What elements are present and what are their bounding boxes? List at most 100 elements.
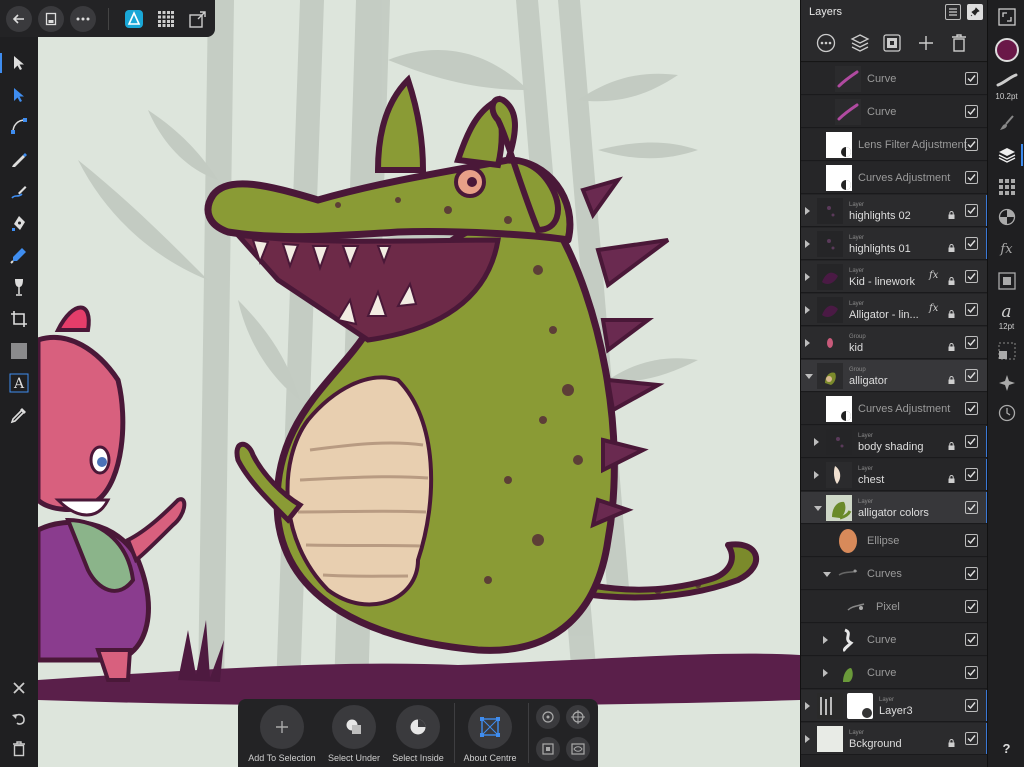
lock-icon[interactable] bbox=[948, 272, 955, 285]
visibility-checkbox[interactable] bbox=[965, 732, 978, 745]
effects-button[interactable]: fx bbox=[993, 238, 1020, 260]
history-button[interactable] bbox=[993, 402, 1020, 424]
layer-row[interactable]: Layer chest bbox=[801, 459, 988, 491]
transform-studio-button[interactable] bbox=[993, 340, 1020, 362]
pen-tool[interactable] bbox=[5, 209, 33, 237]
corner-tool[interactable] bbox=[5, 112, 33, 140]
artistic-text-tool[interactable]: A bbox=[5, 369, 33, 397]
move-tool[interactable] bbox=[0, 49, 33, 77]
layer-row[interactable]: Group alligator bbox=[801, 360, 988, 392]
layer-options-button[interactable] bbox=[813, 30, 839, 56]
lock-icon[interactable] bbox=[948, 305, 955, 318]
visibility-checkbox[interactable] bbox=[965, 468, 978, 481]
lock-icon[interactable] bbox=[948, 371, 955, 384]
mask-button[interactable] bbox=[879, 30, 905, 56]
expand-caret-icon[interactable] bbox=[814, 438, 819, 446]
snapping-button[interactable] bbox=[536, 705, 560, 729]
rectangle-tool[interactable] bbox=[5, 337, 33, 365]
layer-row[interactable]: Lens Filter Adjustment bbox=[801, 129, 988, 161]
select-inside-button[interactable]: Select Inside bbox=[382, 705, 454, 763]
layer-row[interactable]: Curve bbox=[801, 96, 988, 128]
layer-row[interactable]: Layer highlights 02 bbox=[801, 195, 988, 227]
transform-origin-button[interactable] bbox=[536, 737, 560, 761]
visibility-checkbox[interactable] bbox=[965, 72, 978, 85]
expand-caret-open-icon[interactable] bbox=[823, 572, 831, 577]
visibility-checkbox[interactable] bbox=[965, 171, 978, 184]
fx-icon[interactable]: fx bbox=[929, 303, 938, 314]
layer-row[interactable]: Curves Adjustment bbox=[801, 393, 988, 425]
expand-caret-open-icon[interactable] bbox=[805, 374, 813, 379]
pin-panel-button[interactable] bbox=[967, 4, 983, 20]
layer-row[interactable]: Layer body shading bbox=[801, 426, 988, 458]
styles-button[interactable] bbox=[993, 270, 1020, 292]
help-button[interactable]: ? bbox=[993, 738, 1020, 758]
lock-icon[interactable] bbox=[948, 338, 955, 351]
delete-button[interactable] bbox=[5, 735, 33, 763]
layer-row[interactable]: Curve bbox=[801, 63, 988, 95]
lock-icon[interactable] bbox=[948, 206, 955, 219]
lock-icon[interactable] bbox=[948, 437, 955, 450]
visibility-checkbox[interactable] bbox=[965, 534, 978, 547]
expand-caret-open-icon[interactable] bbox=[814, 506, 822, 511]
fx-icon[interactable]: fx bbox=[929, 270, 938, 281]
pixel-persona-button[interactable] bbox=[153, 6, 179, 32]
visibility-checkbox[interactable] bbox=[965, 336, 978, 349]
swatches-button[interactable] bbox=[993, 176, 1020, 198]
select-under-button[interactable]: Select Under bbox=[318, 705, 390, 763]
navigator-button[interactable] bbox=[993, 372, 1020, 394]
visibility-checkbox[interactable] bbox=[965, 699, 978, 712]
expand-caret-icon[interactable] bbox=[805, 306, 810, 314]
view-mode-button[interactable] bbox=[566, 737, 590, 761]
visibility-checkbox[interactable] bbox=[965, 369, 978, 382]
fill-tool[interactable] bbox=[5, 241, 33, 269]
node-tool[interactable] bbox=[5, 81, 33, 109]
add-to-selection-button[interactable]: Add To Selection bbox=[246, 705, 318, 763]
expand-caret-icon[interactable] bbox=[805, 207, 810, 215]
color-swatch-button[interactable] bbox=[993, 36, 1020, 64]
color-picker-tool[interactable] bbox=[5, 401, 33, 429]
pencil-tool[interactable] bbox=[5, 145, 33, 173]
visibility-checkbox[interactable] bbox=[965, 501, 978, 514]
visibility-checkbox[interactable] bbox=[965, 138, 978, 151]
layer-row[interactable]: Layer Kid - linework fx bbox=[801, 261, 988, 293]
layer-row[interactable]: Curve bbox=[801, 657, 988, 689]
visibility-checkbox[interactable] bbox=[965, 204, 978, 217]
delete-layer-button[interactable] bbox=[946, 30, 972, 56]
layer-row[interactable]: Curve bbox=[801, 624, 988, 656]
layer-row[interactable]: Layer Alligator - lin... fx bbox=[801, 294, 988, 326]
lock-icon[interactable] bbox=[948, 470, 955, 483]
about-centre-button[interactable]: About Centre bbox=[454, 705, 526, 763]
lock-icon[interactable] bbox=[948, 239, 955, 252]
transparency-tool[interactable] bbox=[5, 273, 33, 301]
visibility-checkbox[interactable] bbox=[965, 633, 978, 646]
crosshair-button[interactable] bbox=[566, 705, 590, 729]
brushes-button[interactable] bbox=[993, 112, 1020, 134]
brush-preview[interactable] bbox=[993, 70, 1020, 90]
document-canvas[interactable] bbox=[38, 0, 800, 767]
layer-row[interactable]: Ellipse bbox=[801, 525, 988, 557]
designer-persona-button[interactable] bbox=[121, 6, 147, 32]
visibility-checkbox[interactable] bbox=[965, 303, 978, 316]
fullscreen-button[interactable] bbox=[993, 6, 1020, 28]
visibility-checkbox[interactable] bbox=[965, 435, 978, 448]
layer-row[interactable]: Group kid bbox=[801, 327, 988, 359]
visibility-checkbox[interactable] bbox=[965, 600, 978, 613]
adjustments-button[interactable] bbox=[993, 206, 1020, 228]
panel-menu-button[interactable] bbox=[945, 4, 961, 20]
expand-caret-icon[interactable] bbox=[814, 471, 819, 479]
expand-caret-icon[interactable] bbox=[823, 636, 828, 644]
layer-row[interactable]: Layer highlights 01 bbox=[801, 228, 988, 260]
layer-row[interactable]: Pixel bbox=[801, 591, 988, 623]
expand-caret-icon[interactable] bbox=[805, 240, 810, 248]
lock-icon[interactable] bbox=[948, 734, 955, 747]
add-layer-button[interactable] bbox=[913, 30, 939, 56]
expand-caret-icon[interactable] bbox=[805, 273, 810, 281]
layer-row[interactable]: Layer alligator colors bbox=[801, 492, 988, 524]
visibility-checkbox[interactable] bbox=[965, 567, 978, 580]
add-group-button[interactable] bbox=[847, 30, 873, 56]
text-studio-button[interactable]: a bbox=[993, 302, 1020, 322]
export-persona-button[interactable] bbox=[185, 6, 211, 32]
visibility-checkbox[interactable] bbox=[965, 270, 978, 283]
expand-caret-icon[interactable] bbox=[805, 702, 810, 710]
visibility-checkbox[interactable] bbox=[965, 666, 978, 679]
